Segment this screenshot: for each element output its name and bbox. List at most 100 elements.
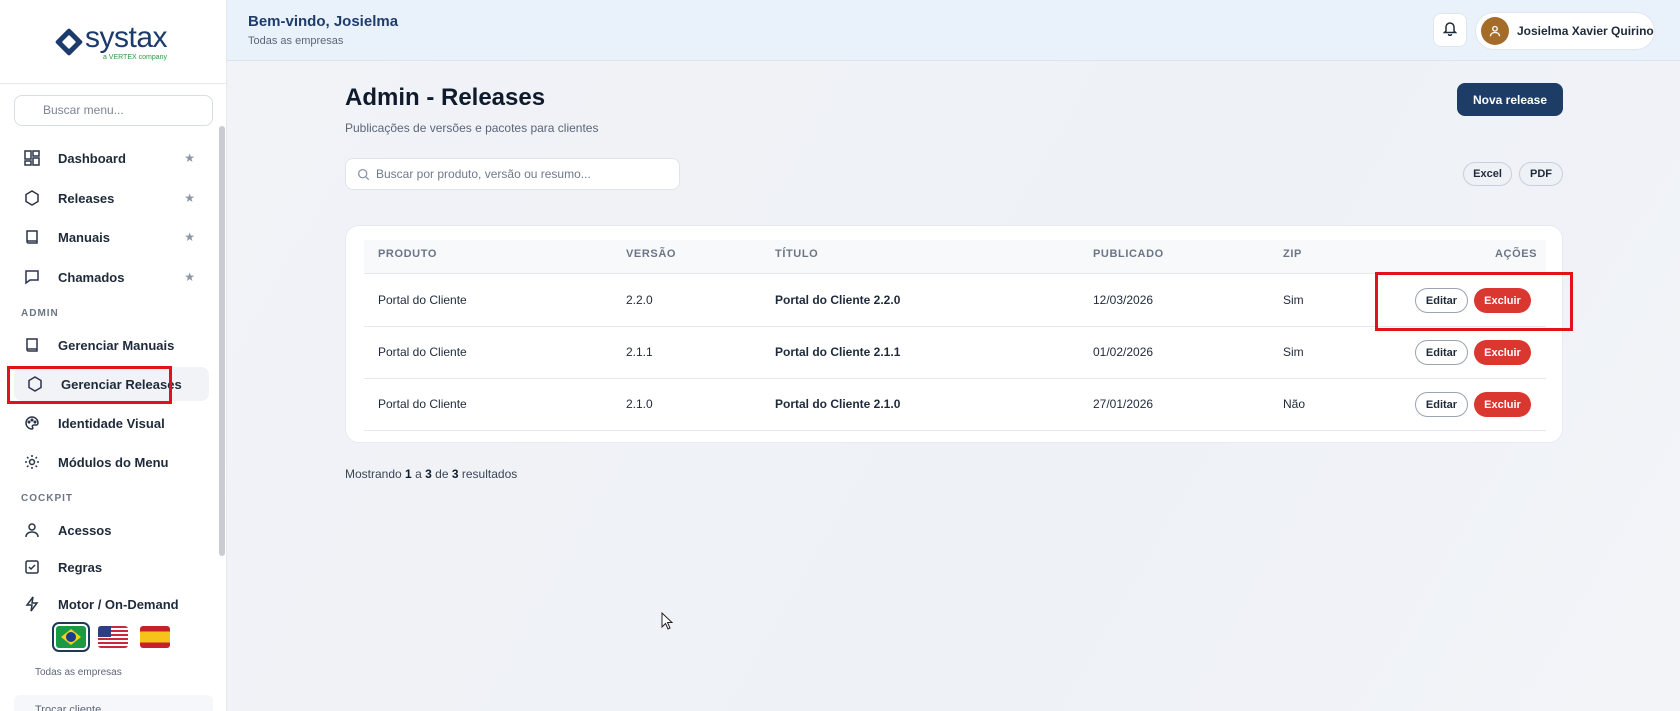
sidebar-item-releases[interactable]: Releases ★ bbox=[14, 181, 209, 215]
gear-icon bbox=[22, 452, 42, 472]
language-selector bbox=[52, 622, 170, 652]
flag-brazil-icon[interactable] bbox=[52, 622, 90, 652]
pagination-de: de bbox=[435, 467, 449, 481]
star-icon[interactable]: ★ bbox=[184, 191, 195, 205]
cell-zip: Sim bbox=[1283, 345, 1304, 359]
cell-produto: Portal do Cliente bbox=[378, 345, 467, 359]
welcome-subtitle: Todas as empresas bbox=[248, 35, 344, 47]
cell-produto: Portal do Cliente bbox=[378, 397, 467, 411]
sidebar-item-dashboard[interactable]: Dashboard ★ bbox=[14, 141, 209, 175]
sidebar-item-acessos[interactable]: Acessos bbox=[14, 513, 209, 547]
new-release-button[interactable]: Nova release bbox=[1457, 83, 1563, 116]
top-bar: Bem-vindo, Josielma Todas as empresas Jo… bbox=[227, 0, 1680, 61]
column-header-produto: PRODUTO bbox=[378, 248, 438, 260]
menu-search-input[interactable]: Buscar menu... bbox=[14, 95, 213, 126]
cell-publicado: 01/02/2026 bbox=[1093, 345, 1154, 359]
sidebar-item-label: Gerenciar Manuais bbox=[58, 337, 175, 353]
column-header-zip: ZIP bbox=[1283, 248, 1302, 260]
sidebar-item-gerenciar-manuais[interactable]: Gerenciar Manuais bbox=[14, 328, 209, 362]
pagination-from: 1 bbox=[405, 467, 412, 481]
logo-word: systax bbox=[84, 20, 168, 54]
cell-titulo: Portal do Cliente 2.1.1 bbox=[775, 345, 901, 359]
sidebar-item-label: Chamados bbox=[58, 269, 125, 285]
cell-versao: 2.2.0 bbox=[626, 293, 653, 307]
dashboard-icon bbox=[22, 148, 42, 168]
page-subtitle: Publicações de versões e pacotes para cl… bbox=[345, 121, 599, 135]
pagination-suffix: resultados bbox=[461, 467, 518, 481]
table-row: Portal do Cliente 2.2.0 Portal do Client… bbox=[364, 275, 1546, 327]
welcome-title: Bem-vindo, Josielma bbox=[248, 13, 399, 30]
hexagon-icon bbox=[22, 188, 42, 208]
sidebar-item-label: Regras bbox=[58, 559, 103, 575]
logo-mark-icon bbox=[54, 27, 84, 56]
cell-zip: Sim bbox=[1283, 293, 1304, 307]
sidebar-item-label: Identidade Visual bbox=[58, 415, 165, 431]
sidebar-item-regras[interactable]: Regras bbox=[14, 550, 209, 584]
releases-table-card: PRODUTO VERSÃO TÍTULO PUBLICADO ZIP AÇÕE… bbox=[345, 225, 1563, 443]
pagination-summary: Mostrando 1 a 3 de 3 resultados bbox=[345, 467, 517, 481]
cell-versao: 2.1.0 bbox=[626, 397, 653, 411]
systax-logo[interactable]: systax a VERTEX company bbox=[54, 20, 168, 61]
release-search-input[interactable] bbox=[376, 167, 656, 181]
export-pdf-button[interactable]: PDF bbox=[1519, 162, 1563, 186]
pagination-to: 3 bbox=[425, 467, 432, 481]
palette-icon bbox=[22, 413, 42, 433]
delete-button[interactable]: Excluir bbox=[1474, 288, 1531, 313]
cell-produto: Portal do Cliente bbox=[378, 293, 467, 307]
cell-titulo: Portal do Cliente 2.2.0 bbox=[775, 293, 901, 307]
book-icon bbox=[22, 335, 42, 355]
bell-icon bbox=[1442, 20, 1458, 41]
pagination-prefix: Mostrando bbox=[345, 467, 402, 481]
cell-titulo: Portal do Cliente 2.1.0 bbox=[775, 397, 901, 411]
sidebar-item-gerenciar-releases[interactable]: Gerenciar Releases bbox=[14, 367, 209, 401]
sidebar-item-chamados[interactable]: Chamados ★ bbox=[14, 260, 209, 294]
user-menu-button[interactable]: Josielma Xavier Quirino bbox=[1475, 12, 1655, 50]
sidebar-item-identidade-visual[interactable]: Identidade Visual bbox=[14, 406, 209, 440]
chat-icon bbox=[22, 267, 42, 287]
table-row: Portal do Cliente 2.1.0 Portal do Client… bbox=[364, 379, 1546, 431]
sidebar-company-label: Todas as empresas bbox=[35, 667, 122, 678]
logo-area: systax a VERTEX company bbox=[0, 0, 226, 84]
edit-button[interactable]: Editar bbox=[1415, 288, 1468, 313]
hexagon-icon bbox=[25, 374, 45, 394]
column-header-titulo: TÍTULO bbox=[775, 248, 819, 260]
sidebar-item-modulos-menu[interactable]: Módulos do Menu bbox=[14, 445, 209, 479]
sidebar-item-label: Motor / On-Demand bbox=[58, 596, 179, 612]
user-name: Josielma Xavier Quirino bbox=[1517, 24, 1654, 38]
release-search[interactable] bbox=[345, 158, 680, 190]
column-header-publicado: PUBLICADO bbox=[1093, 248, 1164, 260]
edit-button[interactable]: Editar bbox=[1415, 340, 1468, 365]
mouse-cursor-icon bbox=[661, 611, 674, 635]
star-icon[interactable]: ★ bbox=[184, 151, 195, 165]
table-row: Portal do Cliente 2.1.1 Portal do Client… bbox=[364, 327, 1546, 379]
sidebar-item-label: Gerenciar Releases bbox=[61, 376, 182, 392]
avatar bbox=[1481, 17, 1509, 45]
edit-button[interactable]: Editar bbox=[1415, 392, 1468, 417]
switch-client-button[interactable]: Trocar cliente bbox=[14, 695, 213, 711]
section-label-admin: ADMIN bbox=[21, 308, 59, 319]
star-icon[interactable]: ★ bbox=[184, 230, 195, 244]
sidebar-scrollbar[interactable] bbox=[219, 126, 225, 556]
star-icon[interactable]: ★ bbox=[184, 270, 195, 284]
pagination-total: 3 bbox=[451, 467, 459, 481]
sidebar-item-label: Releases bbox=[58, 190, 115, 206]
sidebar-item-manuais[interactable]: Manuais ★ bbox=[14, 220, 209, 254]
page-title: Admin - Releases bbox=[345, 84, 546, 111]
sidebar-item-motor-on-demand[interactable]: Motor / On-Demand bbox=[14, 587, 209, 621]
sidebar-item-label: Manuais bbox=[58, 229, 111, 245]
notifications-button[interactable] bbox=[1433, 13, 1467, 47]
checkbox-icon bbox=[22, 557, 42, 577]
flag-spain-icon[interactable] bbox=[140, 626, 170, 648]
sidebar-item-label: Módulos do Menu bbox=[58, 454, 169, 470]
column-header-acoes: AÇÕES bbox=[1495, 248, 1538, 260]
flag-usa-icon[interactable] bbox=[98, 626, 128, 648]
delete-button[interactable]: Excluir bbox=[1474, 340, 1531, 365]
lightning-icon bbox=[22, 594, 42, 614]
cell-publicado: 27/01/2026 bbox=[1093, 397, 1154, 411]
delete-button[interactable]: Excluir bbox=[1474, 392, 1531, 417]
pagination-a: a bbox=[415, 467, 422, 481]
export-excel-button[interactable]: Excel bbox=[1463, 162, 1512, 186]
sidebar-item-label: Dashboard bbox=[58, 150, 126, 166]
book-icon bbox=[22, 227, 42, 247]
cell-publicado: 12/03/2026 bbox=[1093, 293, 1154, 307]
